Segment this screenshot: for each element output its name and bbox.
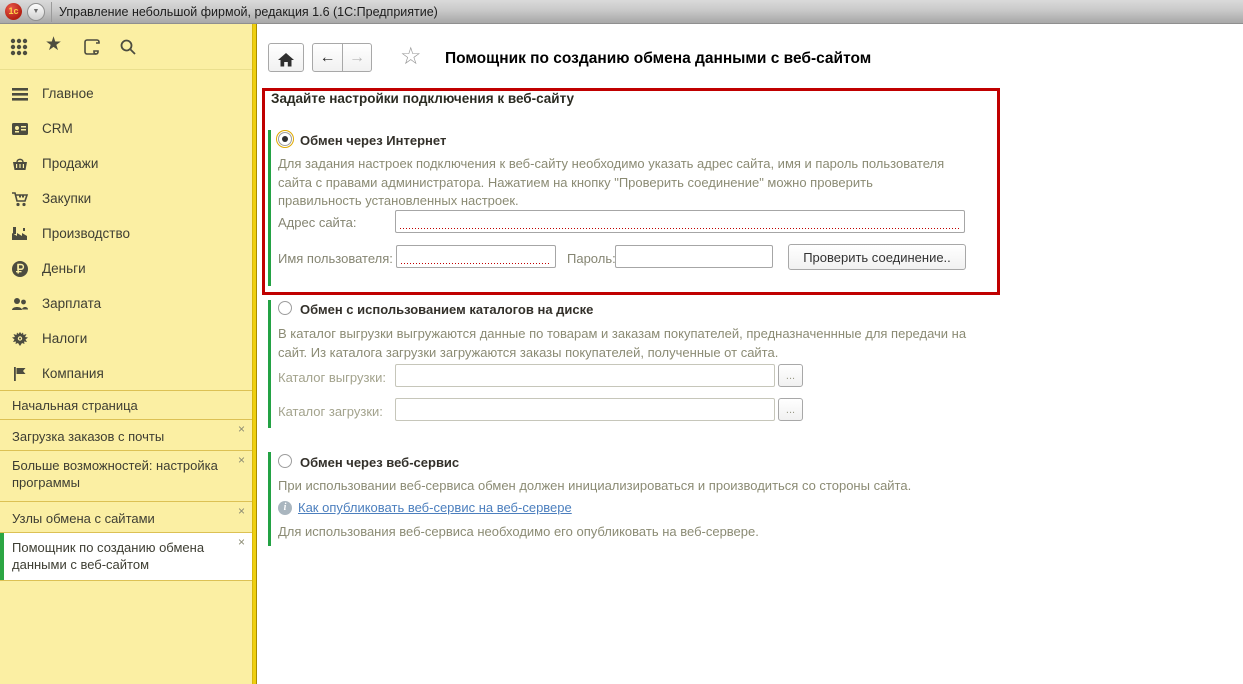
site-address-label: Адрес сайта: <box>278 215 356 230</box>
tab-exchange-nodes[interactable]: Узлы обмена с сайтами × <box>0 501 252 532</box>
radio-internet-label[interactable]: Обмен через Интернет <box>300 133 446 148</box>
sidebar-item-label: Главное <box>42 86 94 101</box>
sections-menu-button[interactable] <box>9 37 31 59</box>
history-button[interactable] <box>82 37 104 59</box>
site-address-input[interactable] <box>395 210 965 233</box>
sidebar-item-label: CRM <box>42 121 73 136</box>
forward-button[interactable]: → <box>342 43 372 72</box>
password-label: Пароль: <box>567 251 616 266</box>
history-scroll-icon <box>82 37 104 57</box>
menu-lines-icon <box>11 85 29 103</box>
tab-label: Загрузка заказов с почты <box>12 429 164 444</box>
sidebar-item-dengi[interactable]: Деньги <box>0 252 252 287</box>
sidebar-menu: Главное CRM Продажи Закупки <box>0 77 252 392</box>
grid-dots-icon <box>9 37 31 57</box>
factory-icon <box>11 225 29 243</box>
window-title: Управление небольшой фирмой, редакция 1.… <box>59 5 438 19</box>
download-folder-label: Каталог загрузки: <box>278 404 383 419</box>
sidebar-item-label: Зарплата <box>42 296 101 311</box>
upload-browse-button[interactable]: ... <box>778 364 803 387</box>
sidebar-item-label: Продажи <box>42 156 98 171</box>
home-button[interactable] <box>268 43 304 72</box>
search-button[interactable] <box>118 37 140 59</box>
eagle-icon <box>11 330 29 348</box>
sidebar-item-crm[interactable]: CRM <box>0 112 252 147</box>
chevron-down-icon: ▼ <box>33 8 40 15</box>
sidebar-item-nalogi[interactable]: Налоги <box>0 322 252 357</box>
sidebar-item-label: Компания <box>42 366 104 381</box>
page-title: Помощник по созданию обмена данными с ве… <box>445 50 871 68</box>
main-area: ← → ☆ Помощник по созданию обмена данным… <box>257 24 1243 684</box>
sidebar-item-prodazhi[interactable]: Продажи <box>0 147 252 182</box>
upload-folder-input[interactable] <box>395 364 775 387</box>
radio-webservice-exchange[interactable] <box>278 454 292 468</box>
sidebar-item-label: Закупки <box>42 191 91 206</box>
folder-description: В каталог выгрузки выгружаются данные по… <box>278 325 978 362</box>
close-icon[interactable]: × <box>238 454 245 466</box>
favorites-button[interactable]: ★ <box>45 35 67 57</box>
download-browse-button[interactable]: ... <box>778 398 803 421</box>
star-icon: ★ <box>45 34 62 55</box>
tab-more-features[interactable]: Больше возможностей: настройка программы… <box>0 450 252 501</box>
ruble-coin-icon <box>11 260 29 278</box>
sidebar-item-kompaniya[interactable]: Компания <box>0 357 252 392</box>
sidebar-item-proizvodstvo[interactable]: Производство <box>0 217 252 252</box>
username-label: Имя пользователя: <box>278 251 393 266</box>
radio-webservice-label[interactable]: Обмен через веб-сервис <box>300 455 459 470</box>
back-button[interactable]: ← <box>312 43 343 72</box>
radio-folder-label[interactable]: Обмен с использованием каталогов на диск… <box>300 302 593 317</box>
cart-icon <box>11 190 29 208</box>
flag-icon <box>11 365 29 383</box>
download-folder-input[interactable] <box>395 398 775 421</box>
upload-folder-label: Каталог выгрузки: <box>278 370 386 385</box>
password-input[interactable] <box>615 245 773 268</box>
home-icon <box>269 51 303 69</box>
tab-label: Больше возможностей: настройка программы <box>12 458 218 490</box>
close-icon[interactable]: × <box>238 536 245 548</box>
tab-label: Начальная страница <box>12 398 138 413</box>
basket-icon <box>11 155 29 173</box>
section-accent-bar <box>268 300 271 428</box>
sidebar-tabs: Начальная страница Загрузка заказов с по… <box>0 390 252 581</box>
titlebar-divider <box>51 2 52 22</box>
close-icon[interactable]: × <box>238 505 245 517</box>
sidebar-item-label: Налоги <box>42 331 87 346</box>
section-accent-bar <box>268 452 271 546</box>
favorite-star-icon[interactable]: ☆ <box>400 42 422 71</box>
tab-label: Помощник по созданию обмена данными с ве… <box>12 540 204 572</box>
sidebar-item-glavnoe[interactable]: Главное <box>0 77 252 112</box>
check-connection-button[interactable]: Проверить соединение.. <box>788 244 966 270</box>
username-input[interactable] <box>396 245 556 268</box>
webservice-description: При использовании веб-сервиса обмен долж… <box>278 477 978 496</box>
window-titlebar: 1с ▼ Управление небольшой фирмой, редакц… <box>0 0 1243 24</box>
info-icon: i <box>278 501 292 515</box>
wizard-heading: Задайте настройки подключения к веб-сайт… <box>271 91 574 106</box>
contact-card-icon <box>11 120 29 138</box>
sidebar: ★ <box>0 24 257 684</box>
radio-folder-exchange[interactable] <box>278 301 292 315</box>
app-window: 1с ▼ Управление небольшой фирмой, редакц… <box>0 0 1243 684</box>
sidebar-item-zakupki[interactable]: Закупки <box>0 182 252 217</box>
tab-exchange-assistant[interactable]: Помощник по созданию обмена данными с ве… <box>0 532 252 581</box>
radio-internet-exchange[interactable] <box>278 132 292 146</box>
close-icon[interactable]: × <box>238 423 245 435</box>
tab-label: Узлы обмена с сайтами <box>12 511 155 526</box>
sidebar-item-label: Деньги <box>42 261 86 276</box>
sidebar-toolbar: ★ <box>0 24 252 70</box>
search-icon <box>118 37 140 57</box>
sidebar-item-label: Производство <box>42 226 130 241</box>
section-accent-bar <box>268 130 271 286</box>
people-icon <box>11 295 29 313</box>
internet-description: Для задания настроек подключения к веб-с… <box>278 155 954 211</box>
1c-logo-icon: 1с <box>5 3 22 20</box>
sidebar-item-zarplata[interactable]: Зарплата <box>0 287 252 322</box>
publish-webservice-link[interactable]: Как опубликовать веб-сервис на веб-серве… <box>298 500 572 515</box>
webservice-note: Для использования веб-сервиса необходимо… <box>278 523 978 542</box>
system-menu-button[interactable]: ▼ <box>27 3 45 21</box>
tab-home-page[interactable]: Начальная страница <box>0 390 252 419</box>
tab-mail-orders[interactable]: Загрузка заказов с почты × <box>0 419 252 450</box>
